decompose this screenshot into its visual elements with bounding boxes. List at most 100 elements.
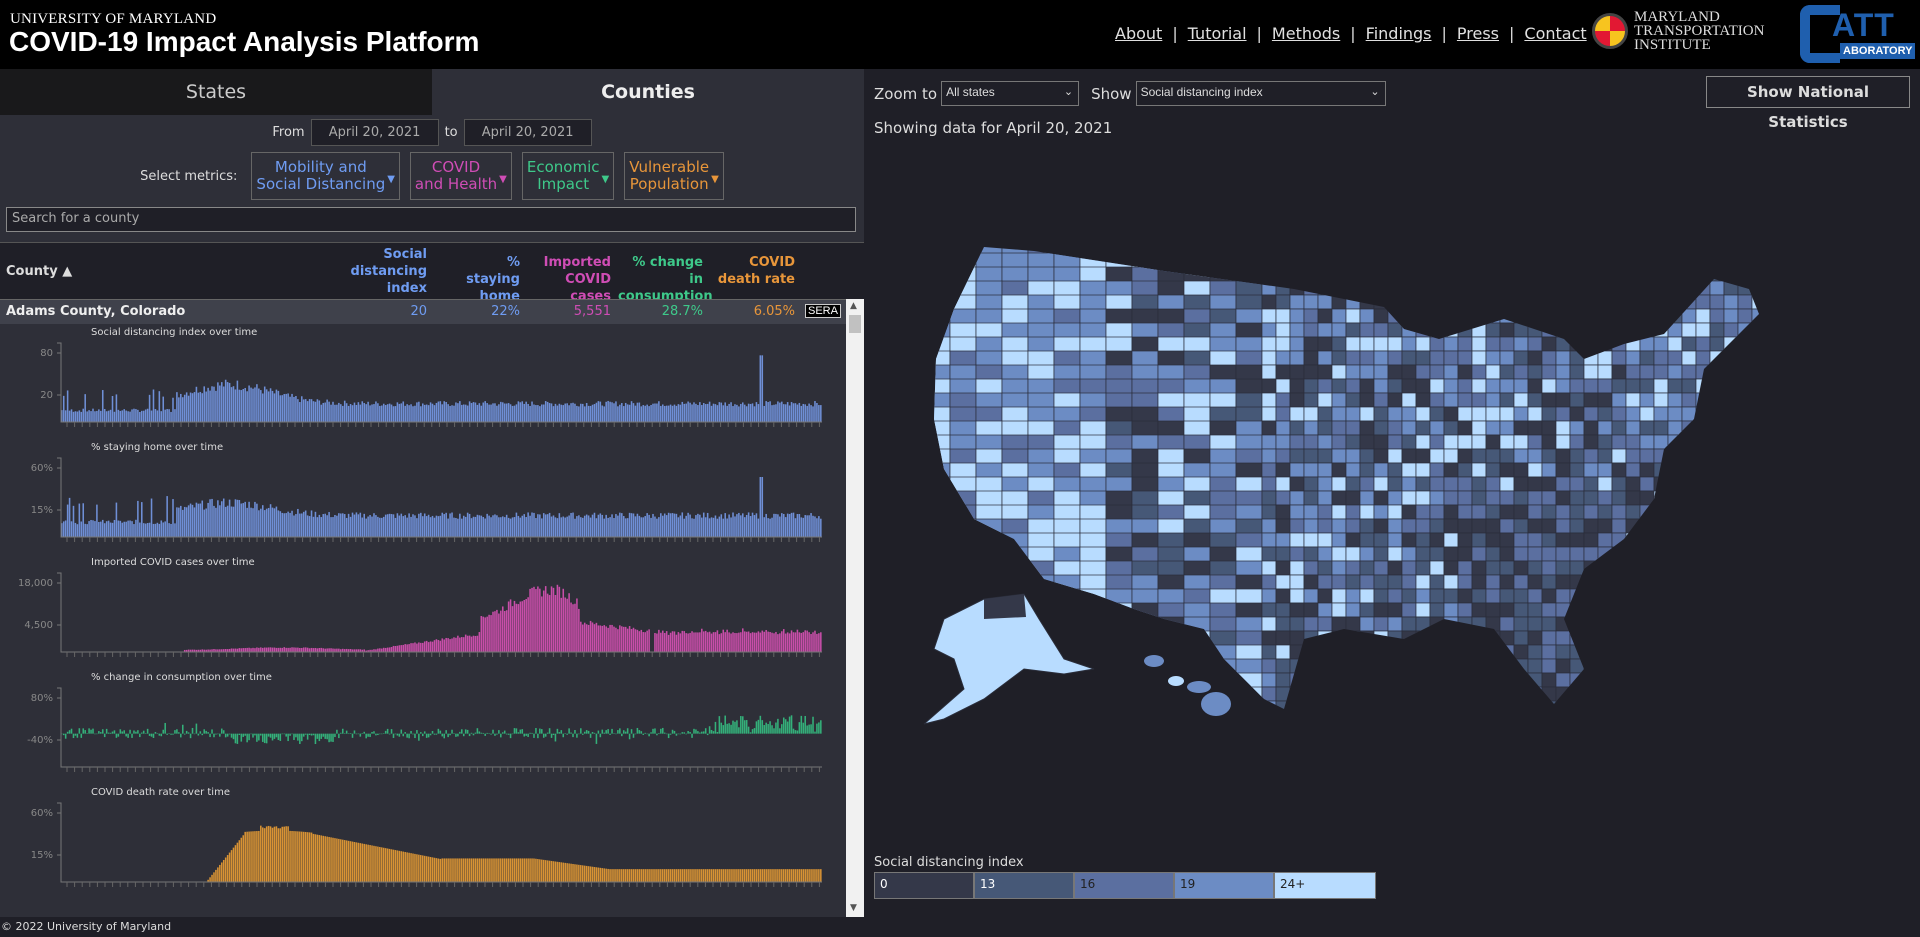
- col-county[interactable]: County ▲: [6, 263, 72, 280]
- metric-mobility-dropdown[interactable]: Mobility and Social Distancing ▼: [251, 152, 400, 200]
- metric-economic-dropdown[interactable]: Economic Impact ▼: [521, 152, 615, 200]
- nav-tutorial[interactable]: Tutorial: [1188, 24, 1247, 43]
- table-row[interactable]: Adams County, Colorado 20 22% 5,551 28.7…: [0, 299, 846, 324]
- metric-covid-health-dropdown[interactable]: COVID and Health ▼: [409, 152, 512, 200]
- from-date-input[interactable]: April 20, 2021: [310, 119, 439, 146]
- county-region: [1387, 308, 1403, 324]
- chart-bar: [503, 610, 506, 652]
- tab-states[interactable]: States: [0, 69, 432, 115]
- chart-bar: [295, 647, 297, 652]
- chart-bar: [568, 728, 570, 734]
- county-region: [1289, 308, 1305, 324]
- col-staying-home[interactable]: % staying home: [450, 254, 520, 305]
- county-region: [1709, 644, 1725, 660]
- chart-bar: [260, 647, 262, 652]
- county-region: [1275, 504, 1291, 520]
- chart-bar: [254, 831, 256, 882]
- chart-bar: [180, 505, 182, 537]
- col-death-rate[interactable]: COVID death rate: [712, 254, 795, 288]
- county-region: [1471, 350, 1487, 366]
- zoom-to-select[interactable]: All states ⌄: [941, 81, 1080, 106]
- chart-bar: [560, 730, 563, 734]
- county-region: [1401, 252, 1417, 268]
- mti-logo[interactable]: MARYLAND TRANSPORTATION INSTITUTE: [1592, 10, 1764, 53]
- county-region: [1611, 336, 1627, 352]
- chart-bar: [628, 626, 631, 652]
- county-search-input[interactable]: Search for a county: [6, 207, 856, 232]
- scroll-thumb[interactable]: [849, 315, 861, 333]
- county-region: [1345, 434, 1361, 450]
- us-county-choropleth-map[interactable]: [864, 199, 1920, 849]
- county-region: [1639, 476, 1655, 492]
- nav-findings[interactable]: Findings: [1366, 24, 1432, 43]
- county-region: [1275, 672, 1291, 688]
- chart-bar: [761, 720, 764, 734]
- chart-bar: [820, 518, 822, 537]
- col-consumption[interactable]: % change in consumption: [618, 254, 713, 305]
- chart-bar: [679, 404, 682, 422]
- chart-bar: [306, 401, 309, 422]
- county-region: [1513, 406, 1529, 422]
- chart-bar: [363, 731, 365, 734]
- chart-bar: [767, 869, 769, 882]
- catt-lab-logo[interactable]: ATT ABORATORY: [1800, 5, 1916, 65]
- scroll-up-arrow-icon[interactable]: ▲: [850, 301, 857, 311]
- county-region: [1289, 252, 1305, 268]
- col-social-distancing[interactable]: Social distancing index: [350, 246, 427, 297]
- chart-bar: [621, 626, 623, 652]
- nav-contact[interactable]: Contact: [1524, 24, 1586, 43]
- county-region: [1209, 247, 1237, 268]
- chart-bar: [180, 393, 182, 422]
- county-region: [1499, 308, 1515, 324]
- show-national-statistics-button[interactable]: Show National Statistics: [1706, 76, 1910, 131]
- nav-about[interactable]: About: [1115, 24, 1162, 43]
- tab-counties[interactable]: Counties: [432, 69, 864, 115]
- county-region: [1080, 715, 1106, 743]
- chart-bar: [747, 726, 750, 734]
- chart-bar: [431, 857, 434, 882]
- scroll-down-arrow-icon[interactable]: ▼: [850, 903, 857, 913]
- nav-press[interactable]: Press: [1457, 24, 1499, 43]
- county-region: [1667, 420, 1683, 436]
- chart-bar: [201, 393, 204, 422]
- show-metric-select[interactable]: Social distancing index ⌄: [1135, 81, 1386, 106]
- county-region: [1667, 644, 1683, 660]
- chart-bar: [595, 518, 598, 537]
- county-region: [1443, 616, 1459, 632]
- county-region: [1429, 700, 1445, 709]
- chart-bar: [254, 733, 256, 736]
- chart-bar: [777, 869, 779, 882]
- county-region: [1471, 560, 1487, 576]
- chart-bar: [115, 733, 118, 738]
- chart-bar: [507, 517, 510, 537]
- county-region: [1359, 700, 1375, 709]
- chart-bar: [334, 514, 336, 537]
- chart-bar: [576, 598, 578, 652]
- metric-vulnerable-dropdown[interactable]: Vulnerable Population ▼: [624, 152, 724, 200]
- nav-methods[interactable]: Methods: [1272, 24, 1340, 43]
- chart-bar: [673, 513, 676, 537]
- chart-bar: [572, 733, 574, 738]
- to-date-input[interactable]: April 20, 2021: [463, 119, 592, 146]
- chart-bar: [205, 730, 207, 734]
- table-scrollbar[interactable]: ▲ ▼: [846, 299, 864, 917]
- chart-bar: [535, 405, 537, 422]
- chart-bar: [490, 404, 492, 422]
- chart-bar: [501, 606, 504, 652]
- chart-bar: [560, 517, 563, 537]
- county-region: [1737, 658, 1753, 674]
- chart-bar: [734, 869, 736, 882]
- county-region: [1723, 490, 1739, 506]
- sera-badge[interactable]: SERA: [805, 304, 841, 318]
- county-region: [1541, 336, 1557, 352]
- county-region: [1485, 308, 1501, 324]
- chart-bar: [640, 731, 643, 734]
- chart-bar: [501, 402, 504, 422]
- county-region: [1583, 462, 1599, 478]
- chart-bar: [734, 721, 736, 734]
- county-region: [1079, 658, 1107, 688]
- county-region: [1555, 574, 1571, 590]
- chart-bar: [416, 643, 418, 652]
- col-imported-cases[interactable]: Imported COVID cases: [530, 254, 611, 305]
- county-region: [1723, 616, 1739, 632]
